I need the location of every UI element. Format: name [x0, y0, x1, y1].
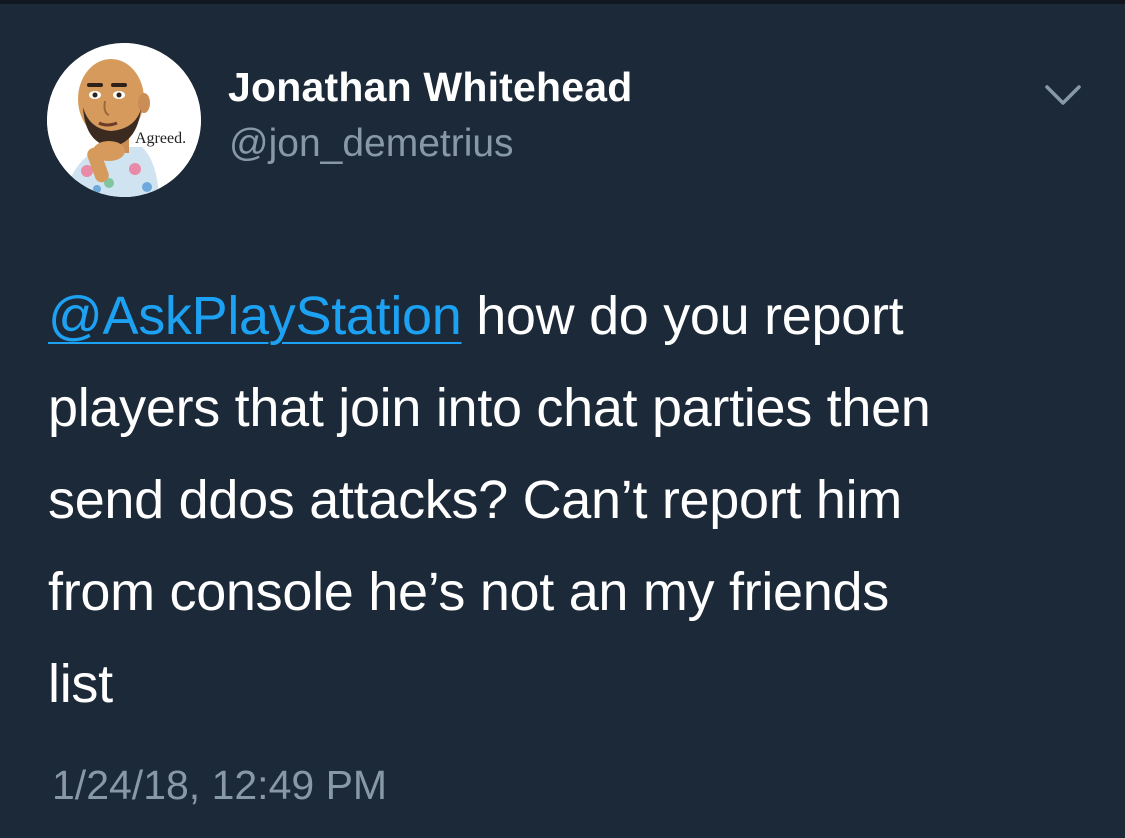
avatar-caption: Agreed. — [135, 130, 187, 147]
avatar[interactable]: Agreed. — [47, 43, 201, 197]
tweet-text-line3: send ddos attacks? Can’t report him — [48, 470, 902, 530]
tweet-text-line2: players that join into chat parties then — [48, 378, 931, 438]
tweet-text-line4: from console he’s not an my friends — [48, 562, 889, 622]
tweet-text-line5: list — [48, 654, 113, 714]
tweet-text: @AskPlayStation how do you report players… — [48, 270, 1098, 730]
user-handle[interactable]: @jon_demetrius — [229, 122, 514, 166]
avatar-illustration — [47, 43, 201, 197]
tweet-text-line1: how do you report — [461, 286, 904, 346]
timestamp[interactable]: 1/24/18, 12:49 PM — [52, 762, 387, 809]
mention-link[interactable]: @AskPlayStation — [48, 286, 462, 346]
display-name[interactable]: Jonathan Whitehead — [228, 64, 633, 111]
chevron-down-icon[interactable] — [1038, 78, 1088, 114]
tweet-card: Agreed. Jonathan Whitehead @jon_demetriu… — [0, 0, 1125, 838]
